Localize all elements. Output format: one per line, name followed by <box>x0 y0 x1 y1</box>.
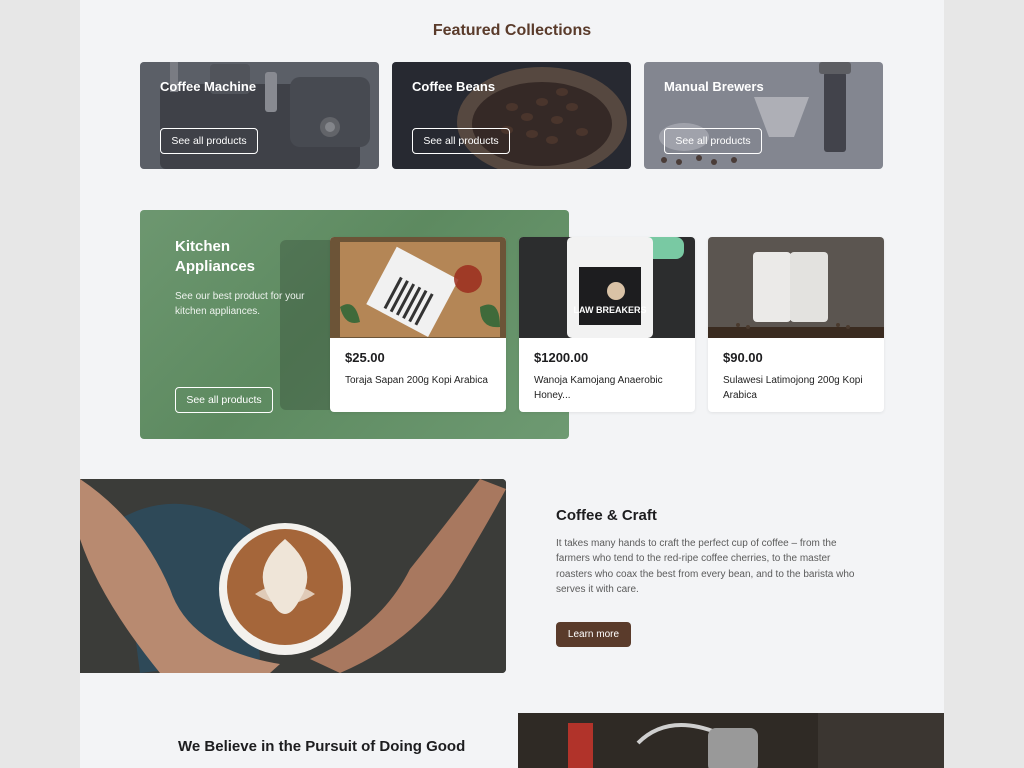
product-card[interactable]: $90.00 Sulawesi Latimojong 200g Kopi Ara… <box>708 237 884 412</box>
see-all-products-button[interactable]: See all products <box>664 128 762 154</box>
see-all-products-button[interactable]: See all products <box>412 128 510 154</box>
collection-title: Coffee Beans <box>412 79 496 94</box>
barista-brewing-image <box>518 713 944 768</box>
coffee-craft-description: It takes many hands to craft the perfect… <box>556 538 855 595</box>
page-content: Featured Collections Coffee Machine See … <box>80 0 944 768</box>
latte-art-image <box>80 479 506 673</box>
collection-card-coffee-machine[interactable]: Coffee Machine See all products <box>140 62 379 169</box>
coffee-craft-title: Coffee & Craft <box>556 507 657 524</box>
product-card[interactable]: $25.00 Toraja Sapan 200g Kopi Arabica <box>330 237 506 412</box>
see-all-products-button[interactable]: See all products <box>175 387 273 413</box>
see-all-products-button[interactable]: See all products <box>160 128 258 154</box>
product-name: Toraja Sapan 200g Kopi Arabica <box>345 375 488 386</box>
product-name: Wanoja Kamojang Anaerobic Honey... <box>534 375 663 401</box>
featured-collections-title: Featured Collections <box>432 22 592 39</box>
product-card[interactable]: LAW BREAKERS $1200.00 Wanoja Kamojang An… <box>519 237 695 412</box>
product-image <box>330 237 506 338</box>
product-price: $1200.00 <box>534 350 589 365</box>
product-price: $90.00 <box>723 350 763 365</box>
collection-title: Coffee Machine <box>160 79 257 94</box>
believe-section-title: We Believe in the Pursuit of Doing Good <box>178 738 466 755</box>
learn-more-button[interactable]: Learn more <box>556 622 631 647</box>
product-image <box>708 237 884 338</box>
collection-card-manual-brewers[interactable]: Manual Brewers See all products <box>644 62 883 169</box>
kitchen-appliances-description: See our best product for your kitchen ap… <box>175 291 305 317</box>
kitchen-appliances-title: Kitchen Appliances <box>175 238 256 275</box>
collection-card-coffee-beans[interactable]: Coffee Beans See all products <box>392 62 631 169</box>
product-image: LAW BREAKERS <box>519 237 695 338</box>
product-price: $25.00 <box>345 350 385 365</box>
product-name: Sulawesi Latimojong 200g Kopi Arabica <box>723 375 863 401</box>
collection-title: Manual Brewers <box>664 79 764 94</box>
package-brand-label: LAW BREAKERS <box>573 305 646 315</box>
